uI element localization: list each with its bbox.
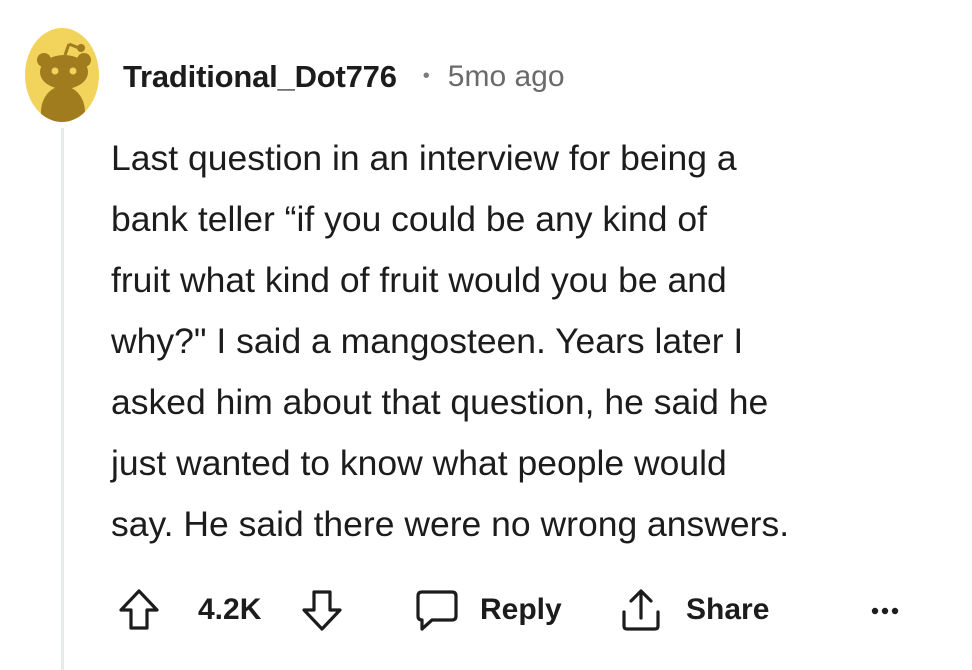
downvote-arrow-icon (302, 590, 342, 631)
avatar[interactable] (25, 28, 99, 122)
vote-score: 4.2K (198, 593, 262, 626)
comment-action-bar: 4.2K Reply Share (118, 586, 918, 634)
comment-line: just wanted to know what people would (111, 443, 727, 483)
share-label: Share (686, 593, 770, 626)
thread-line[interactable] (61, 128, 64, 670)
reply-button[interactable]: Reply (414, 586, 562, 634)
more-options-button[interactable] (870, 586, 900, 634)
snoo-avatar-icon (25, 28, 99, 122)
comment-line: bank teller “if you could be any kind of (111, 199, 707, 239)
downvote-button[interactable] (301, 586, 343, 634)
comment-line: why?" I said a mangosteen. Years later I (111, 321, 744, 361)
share-button[interactable]: Share (618, 586, 769, 634)
share-upload-icon (622, 589, 660, 631)
comment-line: Last question in an interview for being … (111, 138, 737, 178)
username-link[interactable]: Traditional_Dot776 (123, 59, 397, 95)
comment-line: asked him about that question, he said h… (111, 382, 769, 422)
comment-header: Traditional_Dot776 • 5mo ago (123, 52, 565, 102)
comment-line: fruit what kind of fruit would you be an… (111, 260, 727, 300)
upvote-arrow-icon (119, 589, 159, 630)
comment-timestamp[interactable]: 5mo ago (448, 60, 565, 94)
comment-line: say. He said there were no wrong answers… (111, 504, 790, 544)
more-options-icon (871, 607, 899, 615)
separator-dot: • (422, 64, 430, 87)
speech-bubble-icon (416, 590, 458, 631)
upvote-button[interactable] (118, 586, 160, 634)
comment-body: Last question in an interview for being … (111, 128, 951, 555)
reply-label: Reply (480, 593, 562, 626)
